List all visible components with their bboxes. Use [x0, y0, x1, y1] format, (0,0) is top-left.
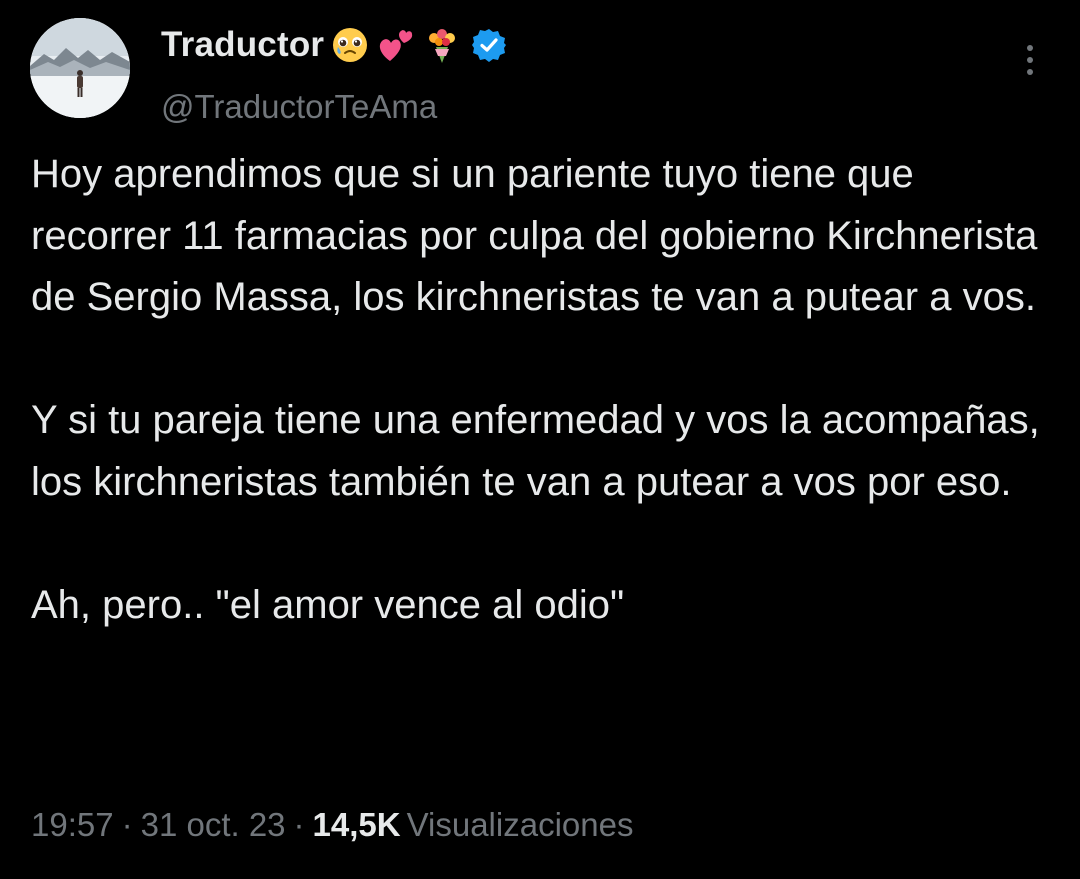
tweet-meta: 19:57 · 31 oct. 23 · 14,5K Visualizaciones — [31, 806, 633, 844]
views-count[interactable]: 14,5K — [313, 806, 401, 843]
more-options-button[interactable] — [1010, 38, 1050, 82]
pleading-face-icon — [330, 25, 370, 65]
more-vertical-icon-dot — [1027, 69, 1033, 75]
tweet-paragraph: Ah, pero.. "el amor vence al odio" — [31, 582, 625, 627]
author-name-row: Traductor — [161, 22, 507, 68]
two-hearts-icon — [376, 25, 416, 65]
tweet-header: Traductor @TraductorTeAma — [30, 18, 1050, 125]
more-vertical-icon-dot — [1027, 57, 1033, 63]
tweet-paragraph: Hoy aprendimos que si un pariente tuyo t… — [31, 152, 1038, 319]
tweet-date[interactable]: 31 oct. 23 — [141, 806, 286, 843]
meta-separator: · — [293, 806, 305, 843]
author-display-name[interactable]: Traductor — [161, 25, 324, 65]
views-label[interactable]: Visualizaciones — [407, 806, 634, 843]
tweet-paragraph: Y si tu pareja tiene una enfermedad y vo… — [31, 398, 1040, 504]
tweet-time[interactable]: 19:57 — [31, 806, 114, 843]
author-handle[interactable]: @TraductorTeAma — [161, 88, 437, 126]
avatar[interactable] — [30, 18, 130, 118]
more-vertical-icon — [1027, 45, 1033, 51]
tweet-text: Hoy aprendimos que si un pariente tuyo t… — [31, 144, 1051, 636]
meta-separator: · — [121, 806, 133, 843]
bouquet-icon — [422, 25, 462, 65]
verified-badge-icon — [472, 28, 507, 62]
